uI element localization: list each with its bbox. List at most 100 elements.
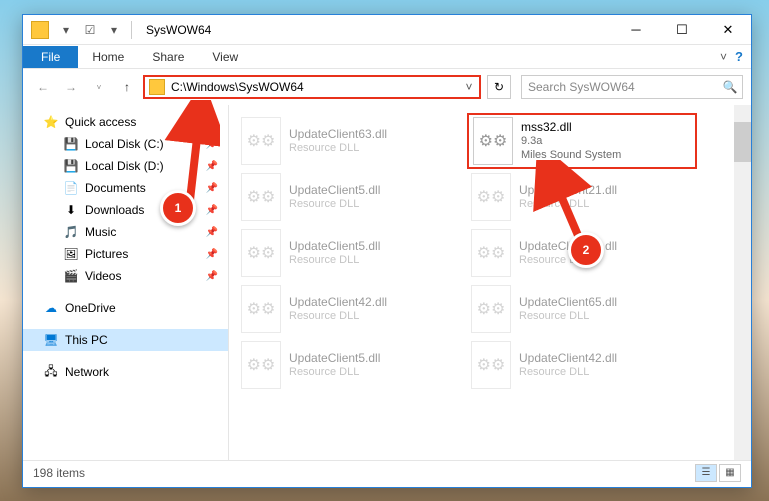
view-icons-button[interactable]: ▦ — [719, 464, 741, 482]
dll-icon: ⚙⚙ — [241, 173, 281, 221]
file-name: UpdateClient5.dll — [289, 351, 380, 365]
sidebar-item-label: Local Disk (D:) — [85, 159, 164, 173]
file-type: Resource DLL — [289, 141, 387, 155]
view-details-button[interactable]: ☰ — [695, 464, 717, 482]
file-item[interactable]: ⚙⚙UpdateClient21.dllResource DLL — [467, 169, 697, 225]
scrollbar[interactable] — [734, 105, 751, 460]
file-item[interactable]: ⚙⚙UpdateClient42.dllResource DLL — [467, 337, 697, 393]
qat-customize[interactable]: ▾ — [103, 20, 125, 40]
sidebar-item[interactable]: ⬇ Downloads 📌 — [23, 199, 228, 221]
pin-icon[interactable]: 📌 — [206, 161, 218, 172]
titlebar: ▾ ☑ ▾ SysWOW64 ─ ☐ ✕ — [23, 15, 751, 45]
file-item[interactable]: ⚙⚙mss32.dll9.3aMiles Sound System — [467, 113, 697, 169]
sidebar-item-label: Documents — [85, 181, 146, 195]
star-icon: ⭐ — [43, 114, 59, 130]
sidebar-label: Quick access — [65, 115, 136, 129]
file-desc: Miles Sound System — [521, 148, 621, 162]
qat-new-folder[interactable]: ☑ — [79, 20, 101, 40]
file-list[interactable]: ⚙⚙UpdateClient63.dllResource DLL⚙⚙mss32.… — [229, 105, 751, 460]
sidebar-this-pc[interactable]: 🖥 This PC — [23, 329, 228, 351]
sidebar-item-label: Local Disk (C:) — [85, 137, 164, 151]
sidebar-label: This PC — [65, 333, 108, 347]
file-type: Resource DLL — [519, 309, 617, 323]
file-item[interactable]: ⚙⚙UpdateClient5.dllResource DLL — [237, 225, 467, 281]
gears-icon: ⚙⚙ — [477, 187, 506, 207]
status-bar: 198 items ☰ ▦ — [23, 460, 751, 484]
gears-icon: ⚙⚙ — [247, 243, 276, 263]
recent-dropdown[interactable]: ˅ — [87, 75, 111, 99]
sidebar-item[interactable]: 🎬Videos📌 — [23, 265, 228, 287]
body: ⭐ Quick access 💾Local Disk (C:)📌💾Local D… — [23, 105, 751, 460]
scrollbar-thumb[interactable] — [734, 122, 751, 162]
gears-icon: ⚙⚙ — [247, 187, 276, 207]
gears-icon: ⚙⚙ — [247, 355, 276, 375]
sidebar-quick-access[interactable]: ⭐ Quick access — [23, 111, 228, 133]
forward-button[interactable]: → — [59, 75, 83, 99]
folder-icon — [31, 21, 49, 39]
search-icon[interactable]: 🔍 — [718, 80, 742, 94]
dll-icon: ⚙⚙ — [471, 285, 511, 333]
network-icon: 🖧 — [43, 364, 59, 380]
dll-icon: ⚙⚙ — [471, 229, 511, 277]
up-button[interactable]: ↑ — [115, 75, 139, 99]
file-item[interactable]: ⚙⚙UpdateClient42.dllResource DLL — [237, 281, 467, 337]
item-count: 198 items — [33, 466, 85, 480]
close-button[interactable]: ✕ — [705, 15, 751, 45]
back-button[interactable]: ← — [31, 75, 55, 99]
file-name: UpdateClient42.dll — [289, 295, 387, 309]
file-type: Resource DLL — [289, 309, 387, 323]
dll-icon: ⚙⚙ — [471, 173, 511, 221]
navigation-pane: ⭐ Quick access 💾Local Disk (C:)📌💾Local D… — [23, 105, 229, 460]
sidebar-label: OneDrive — [65, 301, 116, 315]
file-item[interactable]: ⚙⚙UpdateClient63.dllResource DLL — [237, 113, 467, 169]
sidebar-item[interactable]: 💾Local Disk (C:)📌 — [23, 133, 228, 155]
tab-file[interactable]: File — [23, 46, 78, 68]
tab-home[interactable]: Home — [78, 46, 138, 68]
tab-view[interactable]: View — [198, 46, 252, 68]
item-icon: 🎵 — [63, 224, 79, 240]
minimize-button[interactable]: ─ — [613, 15, 659, 45]
explorer-window: ▾ ☑ ▾ SysWOW64 ─ ☐ ✕ File Home Share Vie… — [22, 14, 752, 488]
address-dropdown-icon[interactable]: ˅ — [459, 80, 479, 94]
file-type: Resource DLL — [519, 253, 617, 267]
sidebar-network[interactable]: 🖧 Network — [23, 361, 228, 383]
dll-icon: ⚙⚙ — [471, 341, 511, 389]
pin-icon[interactable]: 📌 — [206, 227, 218, 238]
sidebar-onedrive[interactable]: ☁ OneDrive — [23, 297, 228, 319]
pin-icon[interactable]: 📌 — [206, 183, 218, 194]
pin-icon[interactable]: 📌 — [206, 271, 218, 282]
file-item[interactable]: ⚙⚙ UpdateClient65.dllResource DLL — [467, 281, 697, 337]
sidebar-item[interactable]: 🎵Music📌 — [23, 221, 228, 243]
address-path[interactable]: C:\Windows\SysWOW64 — [169, 80, 459, 94]
refresh-button[interactable]: ↻ — [487, 75, 511, 99]
tab-share[interactable]: Share — [138, 46, 198, 68]
sidebar-item[interactable]: 📄Documents📌 — [23, 177, 228, 199]
item-icon: ⬇ — [63, 202, 79, 218]
ribbon-expand-icon[interactable]: ˅ — [720, 50, 727, 64]
gears-icon: ⚙⚙ — [477, 243, 506, 263]
gears-icon: ⚙⚙ — [477, 299, 506, 319]
pin-icon[interactable]: 📌 — [206, 205, 218, 216]
folder-icon — [149, 79, 165, 95]
maximize-button[interactable]: ☐ — [659, 15, 705, 45]
help-icon[interactable]: ? — [735, 49, 743, 64]
file-name: UpdateClient5.dll — [289, 183, 380, 197]
sidebar-item[interactable]: 💾 Local Disk (D:) 📌 — [23, 155, 228, 177]
search-box[interactable]: Search SysWOW64 🔍 — [521, 75, 743, 99]
sidebar-item[interactable]: 🖼Pictures📌 — [23, 243, 228, 265]
file-name: UpdateClient65.dll — [519, 295, 617, 309]
qat-properties[interactable]: ▾ — [55, 20, 77, 40]
item-icon: 💾 — [63, 158, 79, 174]
ribbon-tabs: File Home Share View ˅ ? — [23, 45, 751, 69]
pin-icon[interactable]: 📌 — [206, 139, 218, 150]
quick-access-toolbar: ▾ ☑ ▾ — [55, 20, 125, 40]
file-type: Resource DLL — [519, 365, 617, 379]
pin-icon[interactable]: 📌 — [206, 249, 218, 260]
sidebar-item-label: Downloads — [85, 203, 144, 217]
file-item[interactable]: ⚙⚙UpdateClient5.dllResource DLL — [237, 169, 467, 225]
file-item[interactable]: ⚙⚙UpdateClient5.dllResource DLL — [237, 337, 467, 393]
address-bar[interactable]: C:\Windows\SysWOW64 ˅ — [143, 75, 481, 99]
onedrive-icon: ☁ — [43, 300, 59, 316]
gears-icon: ⚙⚙ — [247, 131, 276, 151]
file-item[interactable]: ⚙⚙UpdateClient19.dllResource DLL — [467, 225, 697, 281]
